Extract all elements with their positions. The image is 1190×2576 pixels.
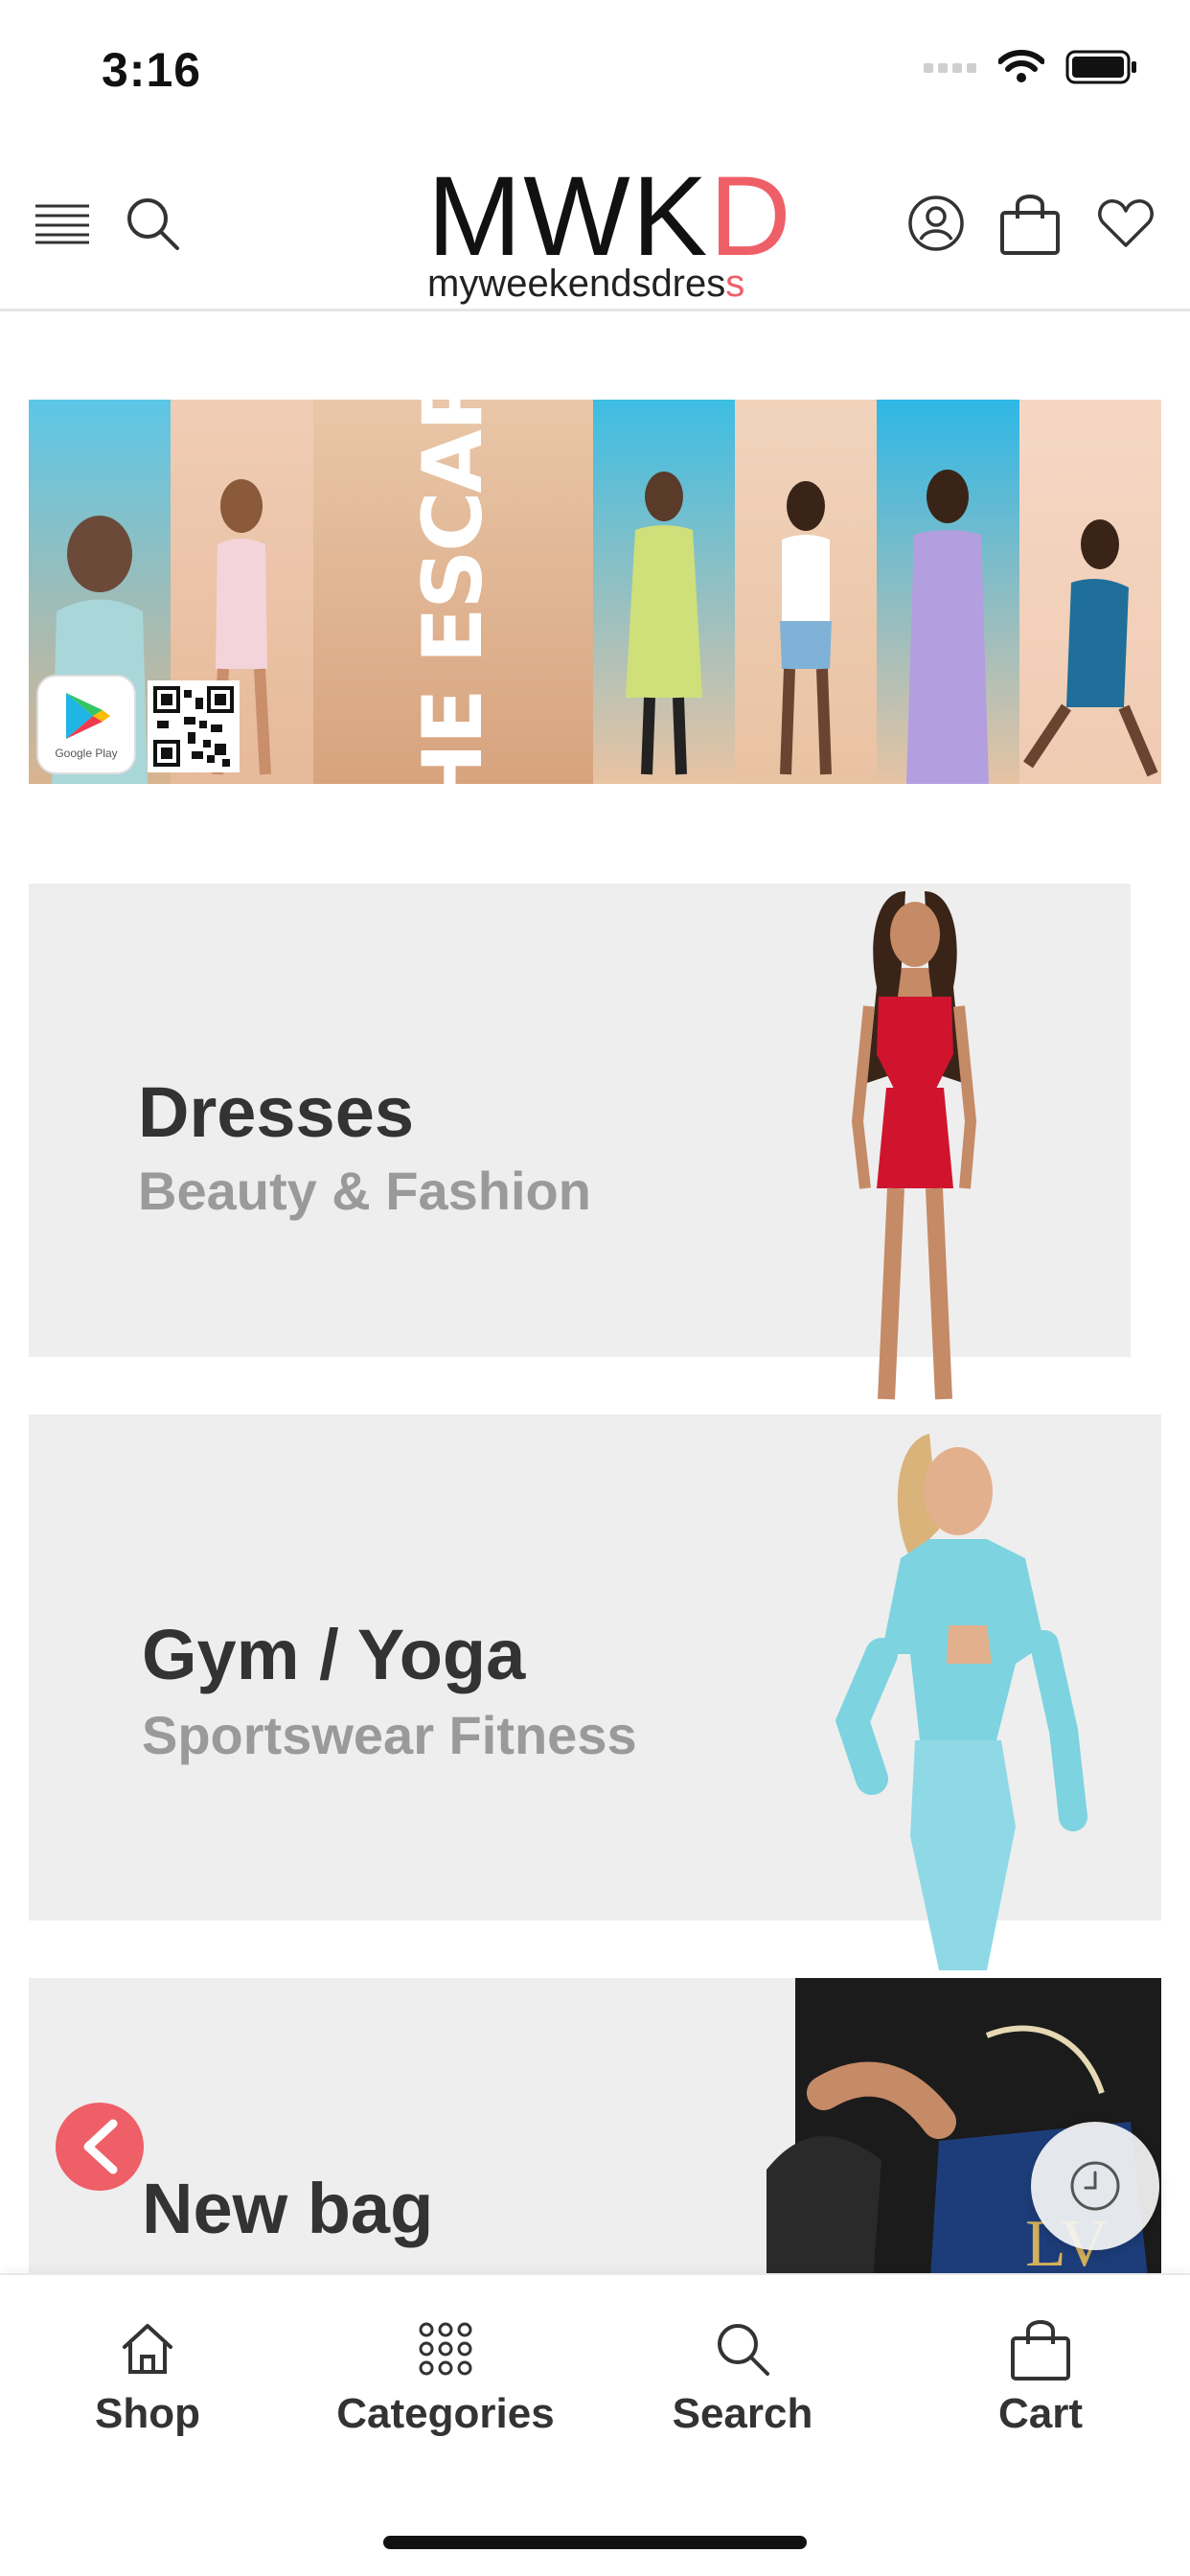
nav-item-categories[interactable]: Categories [311,2315,580,2438]
search-icon [718,2324,769,2376]
recently-viewed-button[interactable] [1031,2122,1159,2250]
nav-label: Categories [336,2390,555,2437]
category-subtitle: Beauty & Fashion [138,1161,591,1221]
banner-photo [1018,400,1161,784]
signal-icon [924,63,976,73]
hamburger-menu-icon[interactable] [29,190,96,257]
logo-tagline: myweekendsdress [427,263,745,305]
status-icons [924,50,1138,84]
google-play-icon [66,693,110,739]
status-bar: 3:16 [0,0,1190,144]
search-icon[interactable] [119,190,186,257]
heart-icon[interactable] [1092,190,1159,257]
logo-wordmark: MWKD [427,153,793,280]
shopping-bag-icon [1011,2320,1070,2380]
category-image-dresses [851,891,977,1400]
bottom-navigation: Shop Categories Search Cart [0,2273,1190,2576]
google-play-label: Google Play [55,747,118,760]
category-card-new-bag[interactable]: New bag LV [29,1978,1161,2294]
nav-label: Cart [997,2390,1084,2437]
promo-banner[interactable]: THE ESCAPE Google Play [29,400,1161,784]
back-button[interactable] [56,2103,144,2191]
nav-label: Shop [95,2390,200,2437]
google-play-badge[interactable]: Google Play [38,677,134,772]
category-title: Gym / Yoga [142,1615,526,1694]
category-image-gym-yoga [835,1434,1087,1970]
banner-headline: THE ESCAPE [404,400,501,784]
banner-photo [734,400,878,784]
brand-logo[interactable]: MWKD myweekendsdress [427,153,793,305]
chevron-left-icon [83,2119,118,2174]
banner-photo [592,400,735,784]
user-icon[interactable] [903,190,970,257]
status-time: 3:16 [102,43,202,97]
home-indicator[interactable] [383,2536,807,2549]
nav-label: Search [672,2390,813,2437]
nav-item-shop[interactable]: Shop [13,2315,282,2438]
clock-icon [1070,2161,1120,2211]
wifi-icon [998,50,1044,82]
category-title: New bag [142,2169,434,2248]
nav-item-cart[interactable]: Cart [906,2315,1175,2438]
banner-headline-panel: THE ESCAPE [312,400,593,784]
qr-code [148,680,240,772]
category-title: Dresses [138,1072,415,1152]
app-header: MWKD myweekendsdress [0,144,1190,311]
shopping-bag-icon[interactable] [996,190,1064,257]
home-icon [123,2324,172,2374]
grid-dots-icon [419,2322,472,2376]
battery-icon [1065,50,1136,84]
nav-item-search[interactable]: Search [608,2315,877,2438]
banner-photo [877,400,1019,784]
category-subtitle: Sportswear Fitness [142,1705,637,1765]
